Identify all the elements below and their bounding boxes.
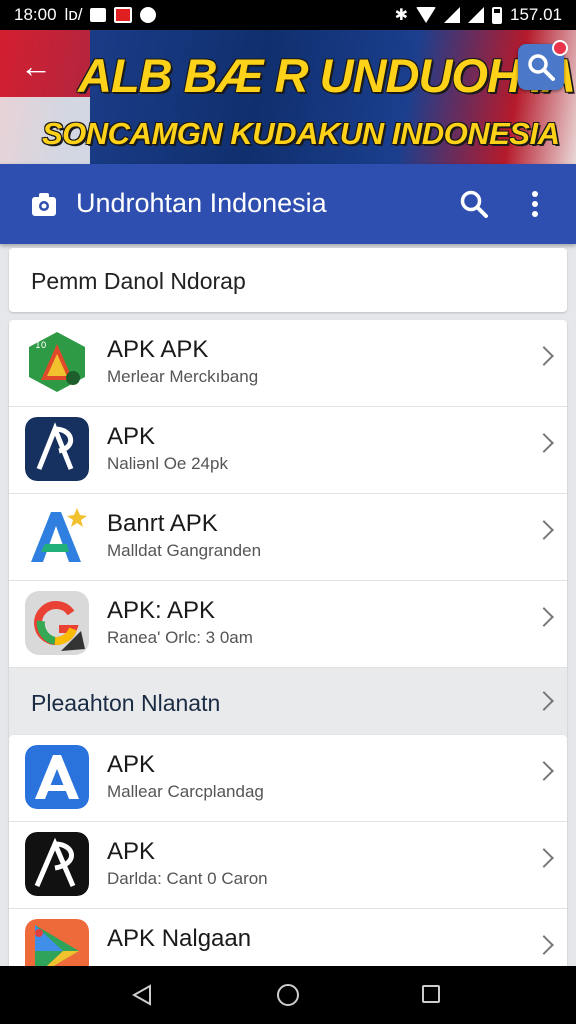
gallery-notification-icon — [90, 8, 107, 22]
app-name: Banrt APK — [107, 510, 218, 537]
blue-a-star-icon — [31, 508, 87, 562]
app-subtitle: Mallear Carcplandag — [107, 782, 264, 801]
chevron-right-icon — [534, 761, 554, 781]
search-icon — [460, 190, 488, 218]
list-item[interactable]: Banrt APK Malldat Gangranden — [9, 494, 567, 581]
black-ap-icon — [25, 832, 89, 896]
search-icon — [528, 54, 555, 81]
circle-notification-icon — [140, 7, 157, 23]
navy-ap-icon — [25, 417, 89, 481]
green-hex-a-icon: 10 — [29, 332, 85, 392]
nav-back-button[interactable] — [131, 984, 152, 1011]
bluetooth-icon: ✱ — [394, 7, 408, 24]
camera-bag-icon — [30, 190, 58, 223]
nav-recents-button[interactable] — [422, 985, 440, 1003]
status-bar: 18:00 lᴅ/ ✱ 157.01 — [0, 0, 576, 30]
chevron-right-icon — [534, 520, 554, 540]
app-bar: Undrohtan Indonesia — [0, 164, 576, 244]
blue-a-icon — [25, 745, 89, 809]
app-name: APK: APK — [107, 597, 216, 624]
banner-subheadline: SONCAMGN KUDAKUN INDONESIA — [42, 116, 560, 151]
chevron-right-icon — [534, 691, 554, 711]
app-list-secondary: APK Mallear Carcplandag APK Darlda: Cant… — [9, 735, 567, 975]
signal-icon — [444, 7, 460, 23]
status-time: 18:00 — [14, 5, 57, 24]
app-list-primary: 10 APK APK Merlear Merckıbang APK Naliən… — [9, 320, 567, 738]
section-title: Pemm Danol Ndorap — [31, 268, 246, 294]
app-notification-icon — [114, 7, 133, 23]
status-left: 18:00 lᴅ/ — [14, 5, 157, 25]
svg-text:10: 10 — [35, 341, 47, 351]
list-item[interactable]: APK Darlda: Cant 0 Caron — [9, 822, 567, 909]
chevron-right-icon — [534, 935, 554, 955]
chevron-right-icon — [534, 433, 554, 453]
list-item[interactable]: APK Naliənl Oe 24pk — [9, 407, 567, 494]
navigation-bar — [0, 966, 576, 1024]
app-subtitle: Naliənl Oe 24pk — [107, 454, 228, 473]
more-options-button[interactable] — [530, 188, 540, 225]
app-subtitle: Darlda: Cant 0 Caron — [107, 869, 268, 888]
subsection-row[interactable]: Pleaahton Nlanatn — [9, 668, 567, 738]
wifi-icon — [416, 7, 436, 23]
chevron-right-icon — [534, 848, 554, 868]
more-vert-icon — [532, 191, 538, 217]
list-item[interactable]: 10 APK APK Merlear Merckıbang — [9, 320, 567, 407]
app-subtitle: Ranea' Orlc: 3 0am — [107, 628, 253, 647]
section-header-card: Pemm Danol Ndorap — [9, 248, 567, 312]
search-button[interactable] — [458, 188, 490, 225]
battery-icon — [492, 6, 502, 24]
signal-icon-2 — [468, 7, 484, 23]
app-name: APK — [107, 838, 156, 865]
app-subtitle: Malldat Gangranden — [107, 541, 262, 560]
circle-home-icon — [277, 984, 299, 1006]
chevron-right-icon — [534, 607, 554, 627]
app-name: APK Nalgaan — [107, 925, 252, 952]
back-arrow-icon[interactable]: ← — [20, 48, 52, 85]
app-bar-title: Undrohtan Indonesia — [76, 188, 327, 218]
app-name: APK — [107, 423, 156, 450]
subsection-title: Pleaahton Nlanatn — [31, 690, 221, 716]
app-name: APK — [107, 751, 156, 778]
app-subtitle: Merlear Merckıbang — [107, 367, 259, 386]
banner-search-button[interactable] — [518, 40, 568, 90]
status-carrier: lᴅ/ — [64, 5, 83, 24]
list-item[interactable]: APK Mallear Carcplandag — [9, 735, 567, 822]
nav-home-button[interactable] — [276, 983, 300, 1012]
promo-banner: ← ALB BÆ R UNDUOH'IA SONCAMGN KUDAKUN IN… — [0, 30, 576, 164]
google-g-icon — [25, 591, 89, 655]
chevron-right-icon — [534, 346, 554, 366]
status-battery-text: 157.01 — [510, 5, 562, 24]
triangle-back-icon — [131, 984, 151, 1006]
app-name: APK APK — [107, 336, 209, 363]
status-right: ✱ 157.01 — [395, 5, 562, 25]
list-item[interactable]: APK: APK Ranea' Orlc: 3 0am — [9, 581, 567, 668]
banner-headline: ALB BÆ R UNDUOH'IA — [78, 49, 576, 102]
notification-badge — [552, 40, 568, 56]
